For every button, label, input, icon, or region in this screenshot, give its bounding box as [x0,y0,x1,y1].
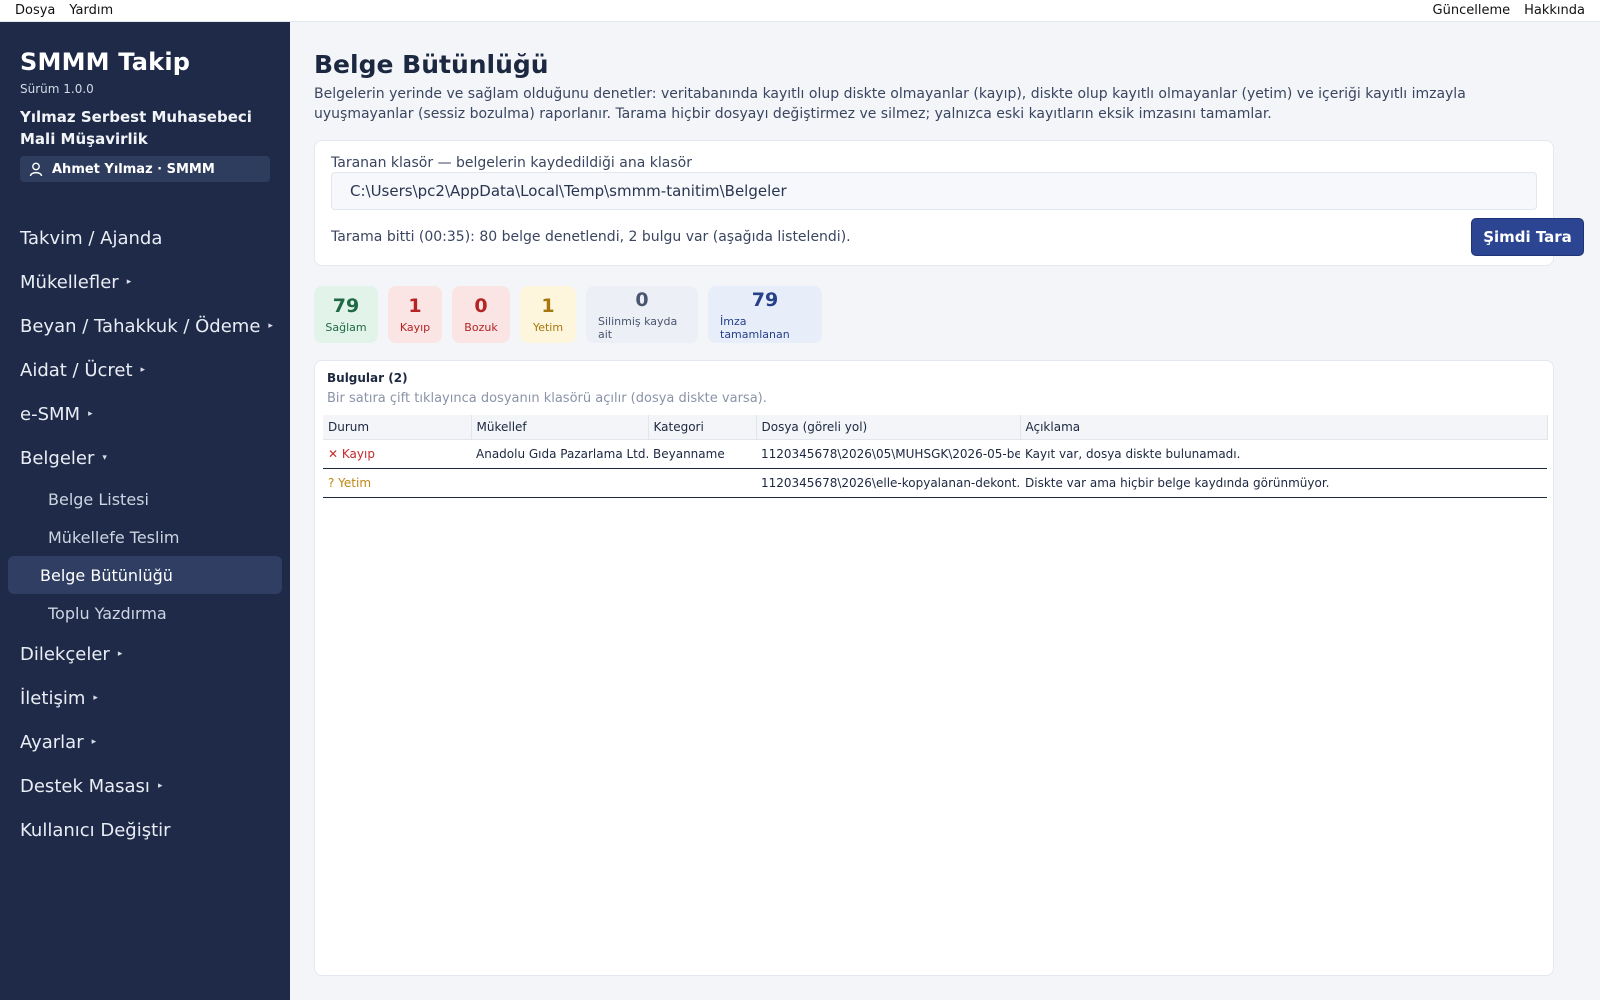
brand: SMMM Takip Sürüm 1.0.0 Yılmaz Serbest Mu… [0,22,290,182]
sidebar-item-label: Belgeler [20,447,95,469]
stat-value: 1 [541,295,555,317]
stat-value: 79 [751,288,779,311]
sidebar-item-switch-user[interactable]: Kullanıcı Değiştir [0,808,290,852]
sidebar-item-petitions[interactable]: Dilekçeler ▸ [0,632,290,676]
chevron-right-icon: ▸ [140,365,146,375]
sidebar-item-label: e-SMM [20,403,81,425]
findings-table: Durum Mükellef Kategori Dosya (göreli yo… [323,415,1548,498]
cell-description: Diskte var ama hiçbir belge kaydında gör… [1020,468,1547,498]
findings-title: Bulgular (2) [327,371,408,385]
sidebar-item-label: Ayarlar [20,731,84,753]
stat-orphan: 1 Yetim [520,286,576,343]
chevron-right-icon: ▸ [93,693,98,703]
scan-folder-card: Taranan klasör — belgelerin kaydedildiği… [314,140,1584,266]
user-name: Ahmet Yılmaz · SMMM [52,161,215,177]
sidebar-item-taxpayer-delivery[interactable]: Mükellefe Teslim [8,518,282,556]
stat-deleted-record: 0 Silinmiş kayda ait [586,286,698,343]
stat-label: Bozuk [464,321,498,334]
folder-label: Taranan klasör — belgelerin kaydedildiği… [331,155,692,171]
sidebar-item-declarations[interactable]: Beyan / Tahakkuk / Ödeme ▸ [0,304,290,348]
sidebar-nav: Takvim / Ajanda Mükellefler ▸ Beyan / Tah… [0,216,290,852]
stat-value: 0 [635,288,649,311]
sidebar-item-label: Destek Masası [20,775,150,797]
sidebar-item-support[interactable]: Destek Masası ▸ [0,764,290,808]
cell-category: Beyanname [648,439,756,469]
scan-now-button[interactable]: Şimdi Tara [1471,218,1584,256]
menu-help[interactable]: Yardım [69,3,113,18]
page-description: Belgelerin yerinde ve sağlam olduğunu de… [314,86,1466,122]
stat-label: Sağlam [325,321,367,334]
cell-category [648,468,756,498]
cell-file: 1120345678\2026\elle-kopyalanan-dekont.p… [756,468,1020,498]
sidebar-item-fees[interactable]: Aidat / Ücret ▸ [0,348,290,392]
findings-hint: Bir satıra çift tıklayınca dosyanın klas… [327,391,767,406]
findings-card: Bulgular (2) Bir satıra çift tıklayınca … [314,360,1554,976]
table-row[interactable]: ? Yetim 1120345678\2026\elle-kopyalanan-… [323,468,1547,498]
cell-taxpayer: Anadolu Gıda Pazarlama Ltd. Şti. [471,439,648,469]
chevron-right-icon: ▸ [268,321,273,331]
app-title: SMMM Takip [20,48,191,76]
chevron-right-icon: ▸ [91,737,97,747]
column-header-status[interactable]: Durum [323,415,472,440]
stat-value: 1 [408,295,422,317]
menu-update[interactable]: Güncelleme [1433,3,1511,18]
chevron-right-icon: ▸ [126,277,132,287]
table-header-row: Durum Mükellef Kategori Dosya (göreli yo… [323,415,1548,440]
stat-healthy: 79 Sağlam [314,286,378,343]
status-badge: ✕ Kayıp [323,439,471,469]
column-header-taxpayer[interactable]: Mükellef [471,415,649,440]
stat-label: İmza tamamlanan [720,314,790,341]
chevron-right-icon: ▸ [88,409,93,419]
sidebar-item-label: İletişim [20,687,86,709]
sidebar-item-documents[interactable]: Belgeler ▾ [0,436,290,480]
stats-row: 79 Sağlam 1 Kayıp 0 Bozuk 1 Yetim 0 Silinmiş … [314,286,822,343]
sidebar-item-bulk-print[interactable]: Toplu Yazdırma [8,594,282,632]
sidebar-item-label: Mükellefler [20,271,119,293]
stat-label: Yetim [532,321,564,334]
column-header-category[interactable]: Kategori [648,415,757,440]
stat-label: Silinmiş kayda ait [598,314,678,341]
sidebar-item-label: Beyan / Tahakkuk / Ödeme [20,315,261,337]
stat-value: 0 [474,295,488,317]
status-badge: ? Yetim [323,468,471,498]
main-content: Belge Bütünlüğü Belgelerin yerinde ve sa… [290,22,1600,1000]
sidebar-item-label: Aidat / Ücret [20,359,133,381]
chevron-right-icon: ▸ [157,781,163,791]
menu-file[interactable]: Dosya [15,3,55,18]
menu-about[interactable]: Hakkında [1524,3,1585,18]
sidebar: SMMM Takip Sürüm 1.0.0 Yılmaz Serbest Mu… [0,22,290,1000]
table-row[interactable]: ✕ Kayıp Anadolu Gıda Pazarlama Ltd. Şti.… [323,439,1547,469]
sidebar-item-calendar[interactable]: Takvim / Ajanda [0,216,290,260]
folder-path-field[interactable]: C:\Users\pc2\AppData\Local\Temp\smmm-tan… [331,172,1537,210]
stat-value: 79 [332,295,360,317]
stat-corrupt: 0 Bozuk [452,286,510,343]
sidebar-item-label: Takvim / Ajanda [20,227,163,249]
cell-taxpayer [471,468,648,498]
company-name: Yılmaz Serbest Muhasebeci Mali Müşavirli… [20,108,252,148]
sidebar-item-settings[interactable]: Ayarlar ▸ [0,720,290,764]
cell-description: Kayıt var, dosya diskte bulunamadı. [1020,439,1547,469]
menu-bar: Dosya Yardım Güncelleme Hakkında [0,0,1600,22]
app-version: Sürüm 1.0.0 [20,82,94,96]
page-title: Belge Bütünlüğü [314,50,549,79]
user-chip: Ahmet Yılmaz · SMMM [20,156,270,182]
sidebar-item-contact[interactable]: İletişim ▸ [0,676,290,720]
chevron-down-icon: ▾ [102,453,107,463]
stat-missing: 1 Kayıp [388,286,442,343]
sidebar-item-taxpayers[interactable]: Mükellefler ▸ [0,260,290,304]
column-header-description[interactable]: Açıklama [1020,415,1548,440]
sidebar-item-label: Kullanıcı Değiştir [20,819,171,841]
sidebar-item-document-integrity[interactable]: Belge Bütünlüğü [8,556,282,594]
sidebar-item-esmm[interactable]: e-SMM ▸ [0,392,290,436]
sidebar-item-document-list[interactable]: Belge Listesi [8,480,282,518]
stat-signature-completed: 79 İmza tamamlanan [708,286,822,343]
column-header-file[interactable]: Dosya (göreli yol) [756,415,1021,440]
scan-status: Tarama bitti (00:35): 80 belge denetlend… [331,229,851,245]
cell-file: 1120345678\2026\05\MUHSGK\2026-05-beyann… [756,439,1020,469]
user-icon [29,162,43,177]
chevron-right-icon: ▸ [117,649,123,659]
stat-label: Kayıp [399,321,431,334]
sidebar-item-label: Dilekçeler [20,643,110,665]
